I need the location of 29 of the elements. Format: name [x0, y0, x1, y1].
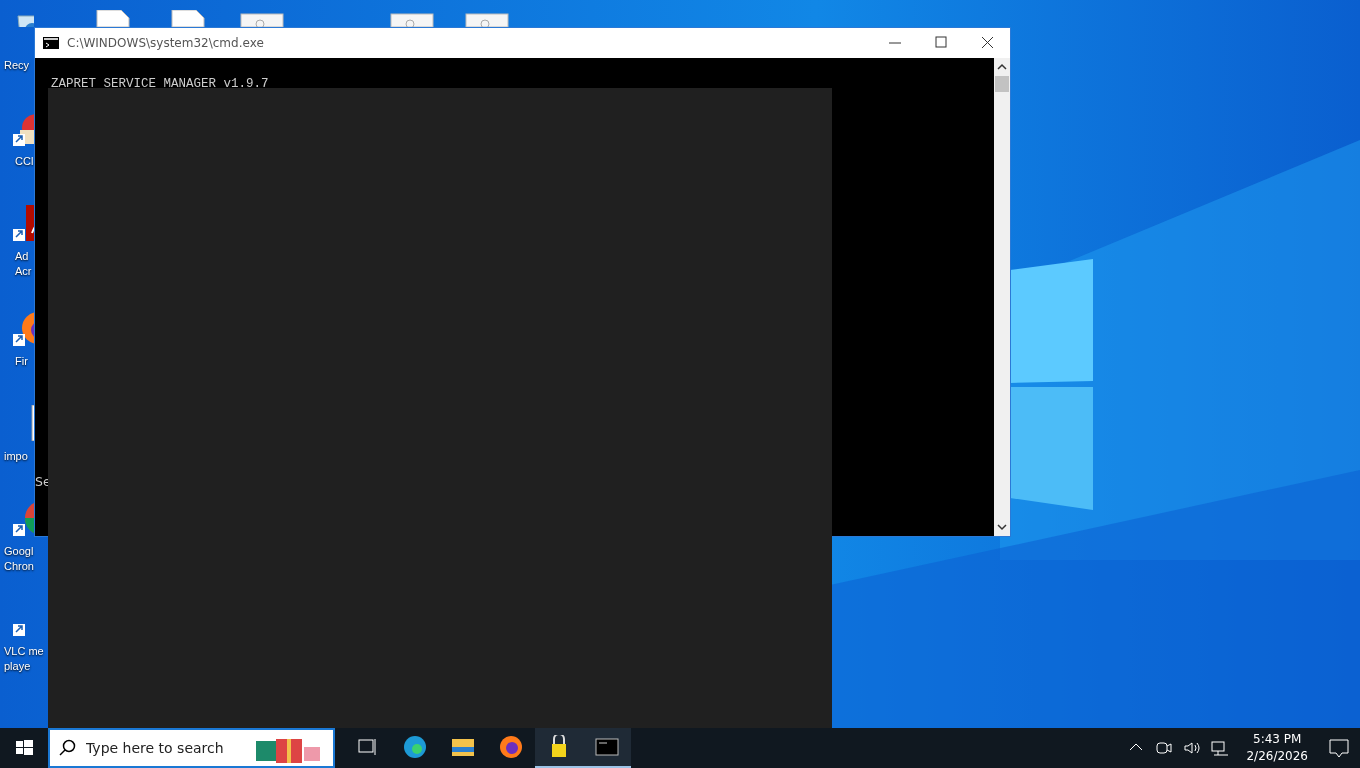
icon-label: Chron: [4, 559, 34, 574]
icon-label: playe: [4, 659, 31, 674]
taskbar-button[interactable]: [583, 728, 631, 768]
icon-label: Ad: [15, 249, 29, 264]
search-box[interactable]: Type here to search: [48, 728, 335, 768]
settings-file-icon[interactable]: [240, 10, 284, 27]
icon-label: Fir: [15, 354, 28, 369]
icon-label: Googl: [4, 544, 34, 559]
network-icon[interactable]: [1210, 738, 1231, 758]
settings-file-icon[interactable]: [390, 10, 434, 27]
search-icon: [58, 739, 76, 757]
taskbar-button[interactable]: [535, 728, 583, 768]
terminal-icon: [595, 735, 619, 759]
icon-label: CCl: [15, 154, 34, 169]
terminal-icon: [43, 37, 59, 49]
document-icon[interactable]: [12, 205, 34, 241]
clock-time[interactable]: 5:43 PM: [1246, 731, 1308, 748]
settings-file-icon[interactable]: [465, 10, 509, 27]
browser-icon: [499, 735, 523, 759]
scrollbar[interactable]: [994, 58, 1010, 536]
icon-label: Acr: [15, 264, 32, 279]
icon-label: impo: [4, 449, 28, 464]
icon-label: Recy: [4, 58, 30, 73]
clock-date[interactable]: 2/26/2026: [1246, 748, 1308, 765]
scroll-thumb[interactable]: [995, 76, 1009, 92]
window-title: C:\WINDOWS\system32\cmd.exe: [67, 35, 265, 52]
browser-icon: [403, 735, 427, 759]
icon-label: VLC me: [4, 644, 44, 659]
console-text: ZAPRET SERVICE MANAGER v1.9.7: [51, 76, 269, 93]
